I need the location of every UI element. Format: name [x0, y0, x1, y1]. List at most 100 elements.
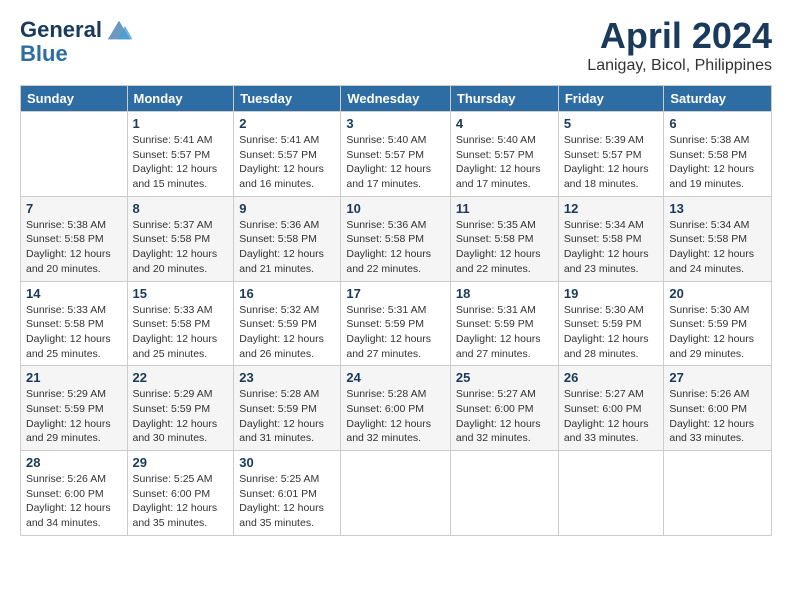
- logo-text: General: [20, 18, 102, 42]
- sunrise-text: Sunrise: 5:34 AM: [669, 219, 749, 231]
- day-info: Sunrise: 5:30 AM Sunset: 5:59 PM Dayligh…: [564, 303, 659, 362]
- calendar-cell: 17 Sunrise: 5:31 AM Sunset: 5:59 PM Dayl…: [341, 281, 451, 366]
- daylight-text: Daylight: 12 hours and 31 minutes.: [239, 418, 324, 445]
- sunrise-text: Sunrise: 5:25 AM: [239, 473, 319, 485]
- sunset-text: Sunset: 5:58 PM: [346, 233, 424, 245]
- sunset-text: Sunset: 5:58 PM: [564, 233, 642, 245]
- col-header-thursday: Thursday: [450, 86, 558, 112]
- day-info: Sunrise: 5:40 AM Sunset: 5:57 PM Dayligh…: [456, 133, 553, 192]
- sunrise-text: Sunrise: 5:28 AM: [346, 388, 426, 400]
- day-info: Sunrise: 5:26 AM Sunset: 6:00 PM Dayligh…: [26, 472, 122, 531]
- sunrise-text: Sunrise: 5:32 AM: [239, 304, 319, 316]
- sunset-text: Sunset: 5:57 PM: [456, 149, 534, 161]
- sunrise-text: Sunrise: 5:26 AM: [669, 388, 749, 400]
- day-number: 21: [26, 370, 122, 385]
- day-number: 3: [346, 116, 445, 131]
- daylight-text: Daylight: 12 hours and 17 minutes.: [456, 163, 541, 190]
- day-info: Sunrise: 5:40 AM Sunset: 5:57 PM Dayligh…: [346, 133, 445, 192]
- calendar-cell: 2 Sunrise: 5:41 AM Sunset: 5:57 PM Dayli…: [234, 112, 341, 197]
- daylight-text: Daylight: 12 hours and 19 minutes.: [669, 163, 754, 190]
- calendar-cell: 7 Sunrise: 5:38 AM Sunset: 5:58 PM Dayli…: [21, 196, 128, 281]
- day-info: Sunrise: 5:34 AM Sunset: 5:58 PM Dayligh…: [564, 218, 659, 277]
- week-row-2: 7 Sunrise: 5:38 AM Sunset: 5:58 PM Dayli…: [21, 196, 772, 281]
- day-info: Sunrise: 5:33 AM Sunset: 5:58 PM Dayligh…: [26, 303, 122, 362]
- sunrise-text: Sunrise: 5:33 AM: [133, 304, 213, 316]
- calendar-cell: 15 Sunrise: 5:33 AM Sunset: 5:58 PM Dayl…: [127, 281, 234, 366]
- sunrise-text: Sunrise: 5:31 AM: [346, 304, 426, 316]
- sunset-text: Sunset: 6:00 PM: [133, 488, 211, 500]
- calendar-cell: 19 Sunrise: 5:30 AM Sunset: 5:59 PM Dayl…: [558, 281, 664, 366]
- week-row-4: 21 Sunrise: 5:29 AM Sunset: 5:59 PM Dayl…: [21, 366, 772, 451]
- calendar-cell: 8 Sunrise: 5:37 AM Sunset: 5:58 PM Dayli…: [127, 196, 234, 281]
- sunset-text: Sunset: 5:57 PM: [346, 149, 424, 161]
- calendar-table: SundayMondayTuesdayWednesdayThursdayFrid…: [20, 85, 772, 536]
- day-number: 16: [239, 286, 335, 301]
- sunset-text: Sunset: 6:01 PM: [239, 488, 317, 500]
- daylight-text: Daylight: 12 hours and 15 minutes.: [133, 163, 218, 190]
- day-info: Sunrise: 5:25 AM Sunset: 6:00 PM Dayligh…: [133, 472, 229, 531]
- sunset-text: Sunset: 5:59 PM: [133, 403, 211, 415]
- sunset-text: Sunset: 5:58 PM: [133, 233, 211, 245]
- day-info: Sunrise: 5:26 AM Sunset: 6:00 PM Dayligh…: [669, 387, 766, 446]
- calendar-cell: 28 Sunrise: 5:26 AM Sunset: 6:00 PM Dayl…: [21, 451, 128, 536]
- month-title: April 2024: [587, 15, 772, 57]
- day-info: Sunrise: 5:33 AM Sunset: 5:58 PM Dayligh…: [133, 303, 229, 362]
- calendar-cell: 14 Sunrise: 5:33 AM Sunset: 5:58 PM Dayl…: [21, 281, 128, 366]
- daylight-text: Daylight: 12 hours and 18 minutes.: [564, 163, 649, 190]
- sunset-text: Sunset: 5:59 PM: [239, 403, 317, 415]
- day-number: 8: [133, 201, 229, 216]
- day-info: Sunrise: 5:29 AM Sunset: 5:59 PM Dayligh…: [26, 387, 122, 446]
- calendar-cell: 16 Sunrise: 5:32 AM Sunset: 5:59 PM Dayl…: [234, 281, 341, 366]
- daylight-text: Daylight: 12 hours and 33 minutes.: [669, 418, 754, 445]
- calendar-cell: [664, 451, 772, 536]
- sunset-text: Sunset: 5:58 PM: [669, 233, 747, 245]
- daylight-text: Daylight: 12 hours and 33 minutes.: [564, 418, 649, 445]
- sunrise-text: Sunrise: 5:30 AM: [669, 304, 749, 316]
- sunrise-text: Sunrise: 5:27 AM: [456, 388, 536, 400]
- sunset-text: Sunset: 5:57 PM: [564, 149, 642, 161]
- col-header-saturday: Saturday: [664, 86, 772, 112]
- day-info: Sunrise: 5:30 AM Sunset: 5:59 PM Dayligh…: [669, 303, 766, 362]
- sunrise-text: Sunrise: 5:41 AM: [239, 134, 319, 146]
- day-number: 1: [133, 116, 229, 131]
- daylight-text: Daylight: 12 hours and 21 minutes.: [239, 248, 324, 275]
- daylight-text: Daylight: 12 hours and 25 minutes.: [26, 333, 111, 360]
- sunset-text: Sunset: 5:59 PM: [239, 318, 317, 330]
- sunset-text: Sunset: 6:00 PM: [346, 403, 424, 415]
- sunset-text: Sunset: 6:00 PM: [564, 403, 642, 415]
- day-number: 13: [669, 201, 766, 216]
- daylight-text: Daylight: 12 hours and 29 minutes.: [26, 418, 111, 445]
- daylight-text: Daylight: 12 hours and 35 minutes.: [133, 502, 218, 529]
- calendar-cell: 10 Sunrise: 5:36 AM Sunset: 5:58 PM Dayl…: [341, 196, 451, 281]
- sunrise-text: Sunrise: 5:30 AM: [564, 304, 644, 316]
- sunrise-text: Sunrise: 5:25 AM: [133, 473, 213, 485]
- sunrise-text: Sunrise: 5:40 AM: [456, 134, 536, 146]
- daylight-text: Daylight: 12 hours and 29 minutes.: [669, 333, 754, 360]
- day-info: Sunrise: 5:41 AM Sunset: 5:57 PM Dayligh…: [239, 133, 335, 192]
- day-info: Sunrise: 5:31 AM Sunset: 5:59 PM Dayligh…: [456, 303, 553, 362]
- day-number: 2: [239, 116, 335, 131]
- day-info: Sunrise: 5:36 AM Sunset: 5:58 PM Dayligh…: [239, 218, 335, 277]
- sunset-text: Sunset: 5:59 PM: [564, 318, 642, 330]
- sunset-text: Sunset: 5:58 PM: [26, 233, 104, 245]
- day-number: 26: [564, 370, 659, 385]
- daylight-text: Daylight: 12 hours and 32 minutes.: [346, 418, 431, 445]
- calendar-cell: 6 Sunrise: 5:38 AM Sunset: 5:58 PM Dayli…: [664, 112, 772, 197]
- calendar-cell: [341, 451, 451, 536]
- day-number: 28: [26, 455, 122, 470]
- daylight-text: Daylight: 12 hours and 27 minutes.: [456, 333, 541, 360]
- title-section: April 2024 Lanigay, Bicol, Philippines: [587, 15, 772, 75]
- sunset-text: Sunset: 6:00 PM: [669, 403, 747, 415]
- sunrise-text: Sunrise: 5:35 AM: [456, 219, 536, 231]
- page-container: General Blue April 2024 Lanigay, Bicol, …: [0, 0, 792, 546]
- daylight-text: Daylight: 12 hours and 25 minutes.: [133, 333, 218, 360]
- sunrise-text: Sunrise: 5:26 AM: [26, 473, 106, 485]
- sunset-text: Sunset: 5:59 PM: [26, 403, 104, 415]
- sunset-text: Sunset: 6:00 PM: [26, 488, 104, 500]
- daylight-text: Daylight: 12 hours and 22 minutes.: [456, 248, 541, 275]
- sunrise-text: Sunrise: 5:36 AM: [239, 219, 319, 231]
- week-row-1: 1 Sunrise: 5:41 AM Sunset: 5:57 PM Dayli…: [21, 112, 772, 197]
- calendar-cell: 21 Sunrise: 5:29 AM Sunset: 5:59 PM Dayl…: [21, 366, 128, 451]
- week-row-3: 14 Sunrise: 5:33 AM Sunset: 5:58 PM Dayl…: [21, 281, 772, 366]
- sunset-text: Sunset: 5:59 PM: [346, 318, 424, 330]
